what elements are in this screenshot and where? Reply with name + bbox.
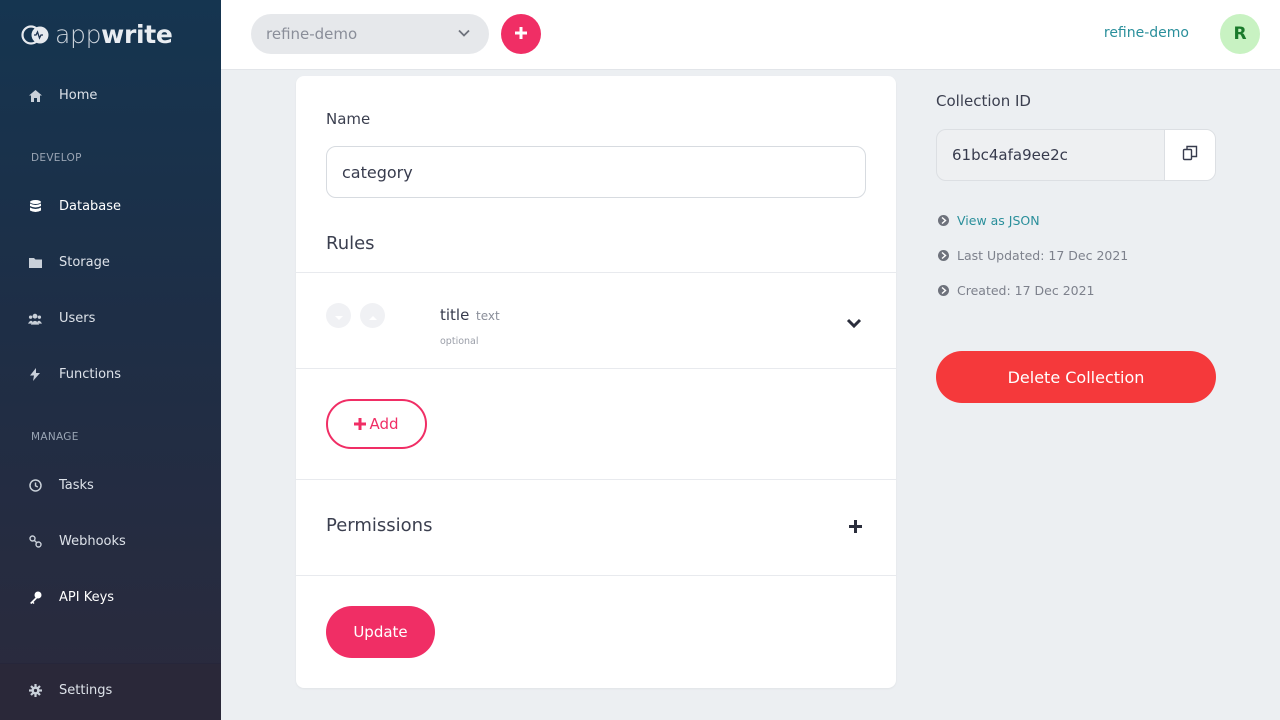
sidebar-item-label: Storage	[59, 255, 110, 270]
sidebar-item-home[interactable]: Home	[28, 88, 97, 103]
collection-id-value[interactable]: 61bc4afa9ee2c	[952, 146, 1068, 164]
divider	[296, 272, 896, 273]
section-develop: DEVELOP	[31, 152, 82, 164]
divider	[296, 479, 896, 480]
section-manage: MANAGE	[31, 431, 79, 443]
appwrite-logo-icon	[21, 23, 51, 47]
plus-icon	[354, 414, 367, 435]
rule-type: text	[476, 309, 500, 323]
created-line: Created: 17 Dec 2021	[938, 283, 1095, 298]
plus-icon	[514, 25, 528, 44]
sidebar-item-functions[interactable]: Functions	[28, 367, 121, 382]
users-icon	[28, 312, 42, 326]
logo-text-bold: write	[101, 20, 173, 49]
link-icon	[28, 535, 42, 549]
add-rule-label: Add	[369, 415, 399, 433]
chevron-down-icon[interactable]	[846, 314, 862, 333]
name-input[interactable]	[326, 146, 866, 198]
topbar: refine-demo refine-demo R	[221, 0, 1280, 70]
permissions-title: Permissions	[326, 515, 433, 536]
move-up-button[interactable]	[360, 303, 385, 328]
created-text: Created: 17 Dec 2021	[957, 283, 1095, 298]
rule-title: title	[440, 306, 470, 324]
avatar[interactable]: R	[1220, 14, 1260, 54]
last-updated-line: Last Updated: 17 Dec 2021	[938, 248, 1128, 263]
delete-collection-button[interactable]: Delete Collection	[936, 351, 1216, 403]
home-icon	[28, 89, 42, 103]
database-icon	[28, 200, 42, 214]
divider	[296, 575, 896, 576]
clock-icon	[28, 479, 42, 493]
copy-button[interactable]	[1164, 130, 1215, 180]
sidebar-item-storage[interactable]: Storage	[28, 255, 110, 270]
gear-icon	[28, 684, 42, 698]
appwrite-logo[interactable]: appwrite	[21, 20, 173, 49]
chevron-right-icon	[938, 250, 949, 261]
sidebar-item-label: Users	[59, 311, 96, 326]
view-json-line: View as JSON	[938, 213, 1040, 228]
copy-icon	[1182, 145, 1198, 165]
sidebar-item-webhooks[interactable]: Webhooks	[28, 534, 126, 549]
last-updated-text: Last Updated: 17 Dec 2021	[957, 248, 1129, 263]
update-button[interactable]: Update	[326, 606, 435, 658]
project-select[interactable]: refine-demo	[251, 14, 489, 54]
collection-id-field: 61bc4afa9ee2c	[936, 129, 1216, 181]
sidebar-item-settings[interactable]: Settings	[28, 683, 112, 698]
sidebar-item-api-keys[interactable]: API Keys	[28, 590, 114, 605]
divider	[296, 368, 896, 369]
sidebar-item-label: API Keys	[59, 590, 115, 605]
chevron-right-icon	[938, 285, 949, 296]
sidebar: appwrite Home DEVELOP Database Storage U…	[0, 0, 221, 720]
name-label: Name	[326, 110, 371, 128]
sidebar-item-label: Tasks	[59, 478, 94, 493]
add-rule-button[interactable]: Add	[326, 399, 427, 449]
collection-id-label: Collection ID	[936, 92, 1031, 110]
rule-optional: optional	[440, 336, 479, 347]
user-name-link[interactable]: refine-demo	[1104, 25, 1189, 41]
chevron-up-icon	[368, 306, 377, 325]
move-down-button[interactable]	[326, 303, 351, 328]
folder-icon	[28, 256, 42, 270]
rules-title: Rules	[326, 233, 375, 254]
sidebar-item-label: Settings	[59, 683, 113, 698]
sidebar-item-label: Database	[59, 199, 122, 214]
sidebar-item-tasks[interactable]: Tasks	[28, 478, 94, 493]
collection-form-card: Name Rules title text optional Add Permi…	[296, 76, 896, 688]
chevron-right-icon	[938, 215, 949, 226]
view-json-link[interactable]: View as JSON	[957, 213, 1040, 228]
chevron-down-icon	[334, 306, 343, 325]
sidebar-item-label: Home	[59, 88, 98, 103]
project-select-value: refine-demo	[266, 25, 358, 43]
logo-text-light: app	[55, 20, 102, 49]
add-project-button[interactable]	[501, 14, 541, 54]
sidebar-item-label: Webhooks	[59, 534, 126, 549]
key-icon	[28, 591, 42, 605]
bolt-icon	[28, 368, 42, 382]
sidebar-item-users[interactable]: Users	[28, 311, 95, 326]
plus-icon[interactable]	[849, 518, 862, 537]
chevron-down-icon	[457, 26, 471, 44]
sidebar-item-label: Functions	[59, 367, 122, 382]
sidebar-item-database[interactable]: Database	[28, 199, 121, 214]
